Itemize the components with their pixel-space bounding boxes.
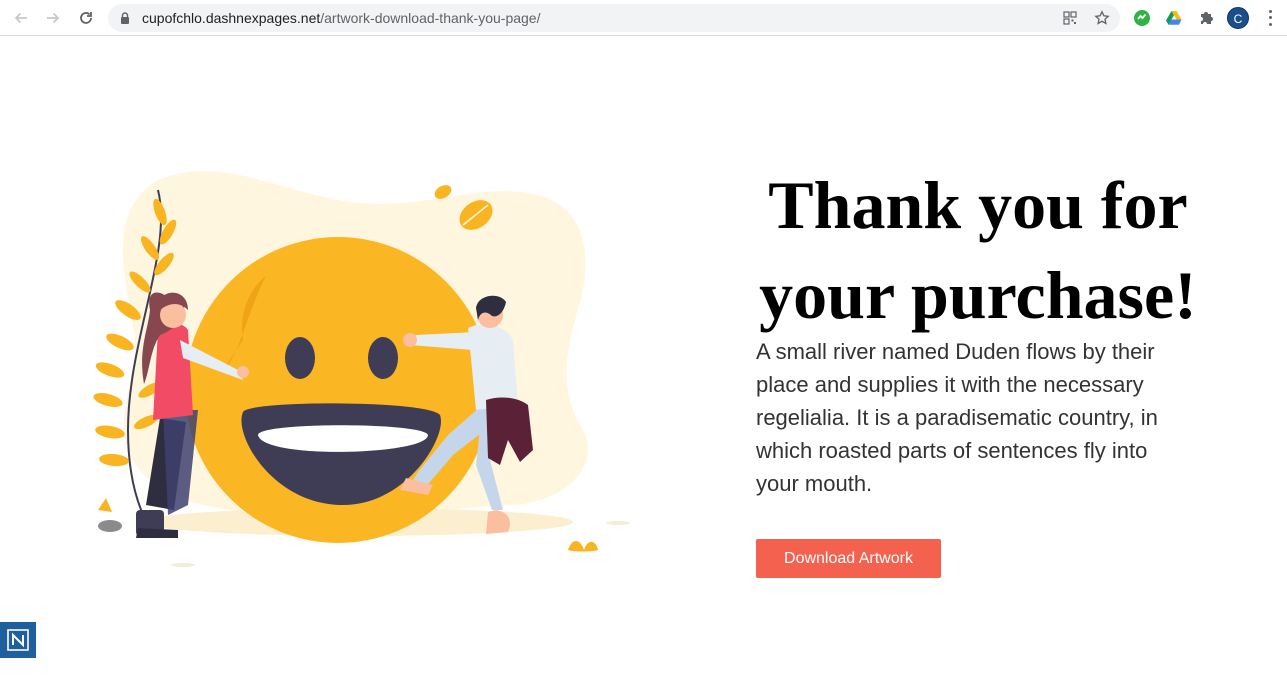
forward-arrow-icon[interactable] (41, 6, 65, 30)
download-artwork-button[interactable]: Download Artwork (756, 539, 941, 578)
lock-icon[interactable] (118, 11, 132, 25)
thank-you-illustration (88, 160, 638, 570)
reload-icon[interactable] (74, 6, 98, 30)
page-description: A small river named Duden flows by their… (756, 339, 1158, 496)
qr-code-icon[interactable] (1060, 8, 1080, 28)
address-bar[interactable]: cupofchlo.dashnexpages.net/artwork-downl… (108, 4, 1120, 32)
profile-avatar[interactable]: C (1227, 7, 1249, 29)
url-path: /artwork-download-thank-you-page/ (320, 10, 541, 26)
google-drive-icon[interactable] (1163, 7, 1185, 29)
page-title: Thank you for your purchase! (759, 167, 1197, 333)
badge-icon[interactable] (0, 622, 36, 658)
puzzle-icon[interactable] (1195, 7, 1217, 29)
back-arrow-icon[interactable] (9, 6, 33, 30)
extension-refresh-icon[interactable] (1131, 7, 1153, 29)
url-text[interactable]: cupofchlo.dashnexpages.net/artwork-downl… (142, 10, 540, 26)
menu-icon[interactable] (1262, 8, 1278, 28)
browser-toolbar: cupofchlo.dashnexpages.net/artwork-downl… (0, 0, 1287, 36)
url-host: cupofchlo.dashnexpages.net (142, 10, 321, 26)
star-icon[interactable] (1092, 8, 1112, 28)
